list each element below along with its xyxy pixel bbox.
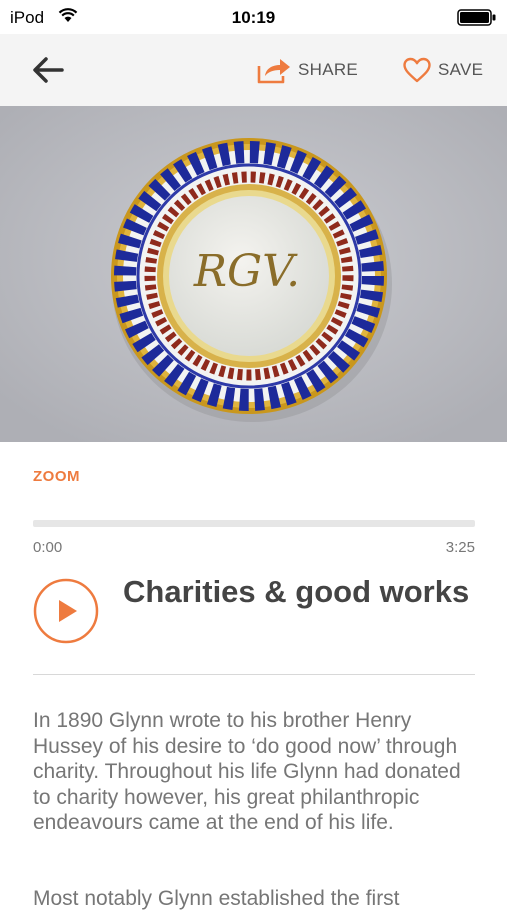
track-title: Charities & good works — [123, 574, 470, 609]
share-button[interactable]: SHARE — [256, 54, 358, 86]
top-navigation-bar: SHARE SAVE — [0, 34, 507, 106]
total-duration: 3:25 — [445, 539, 475, 556]
artwork-image: RGV. — [0, 106, 507, 442]
description-paragraph-2: Most notably Glynn established the first — [33, 887, 400, 910]
share-icon — [257, 59, 290, 84]
share-label: SHARE — [298, 60, 359, 79]
play-button[interactable] — [33, 578, 99, 644]
monogram-text: RGV. — [193, 246, 300, 297]
battery-icon — [457, 9, 496, 26]
enamel-brooch-image: RGV. — [0, 106, 507, 442]
elapsed-time: 0:00 — [33, 539, 63, 556]
heart-icon — [403, 57, 431, 83]
save-button[interactable]: SAVE — [402, 54, 483, 86]
save-label: SAVE — [438, 60, 484, 79]
divider — [33, 674, 475, 675]
back-button[interactable] — [28, 52, 72, 88]
play-icon — [33, 578, 99, 644]
audio-progress-bar[interactable] — [33, 520, 475, 527]
zoom-button[interactable]: ZOOM — [33, 468, 80, 485]
clock: 10:19 — [231, 8, 276, 27]
back-arrow-icon — [33, 57, 64, 83]
status-bar: iPod 10:19 — [0, 0, 507, 34]
description-paragraph: In 1890 Glynn wrote to his brother Henry… — [33, 709, 461, 834]
